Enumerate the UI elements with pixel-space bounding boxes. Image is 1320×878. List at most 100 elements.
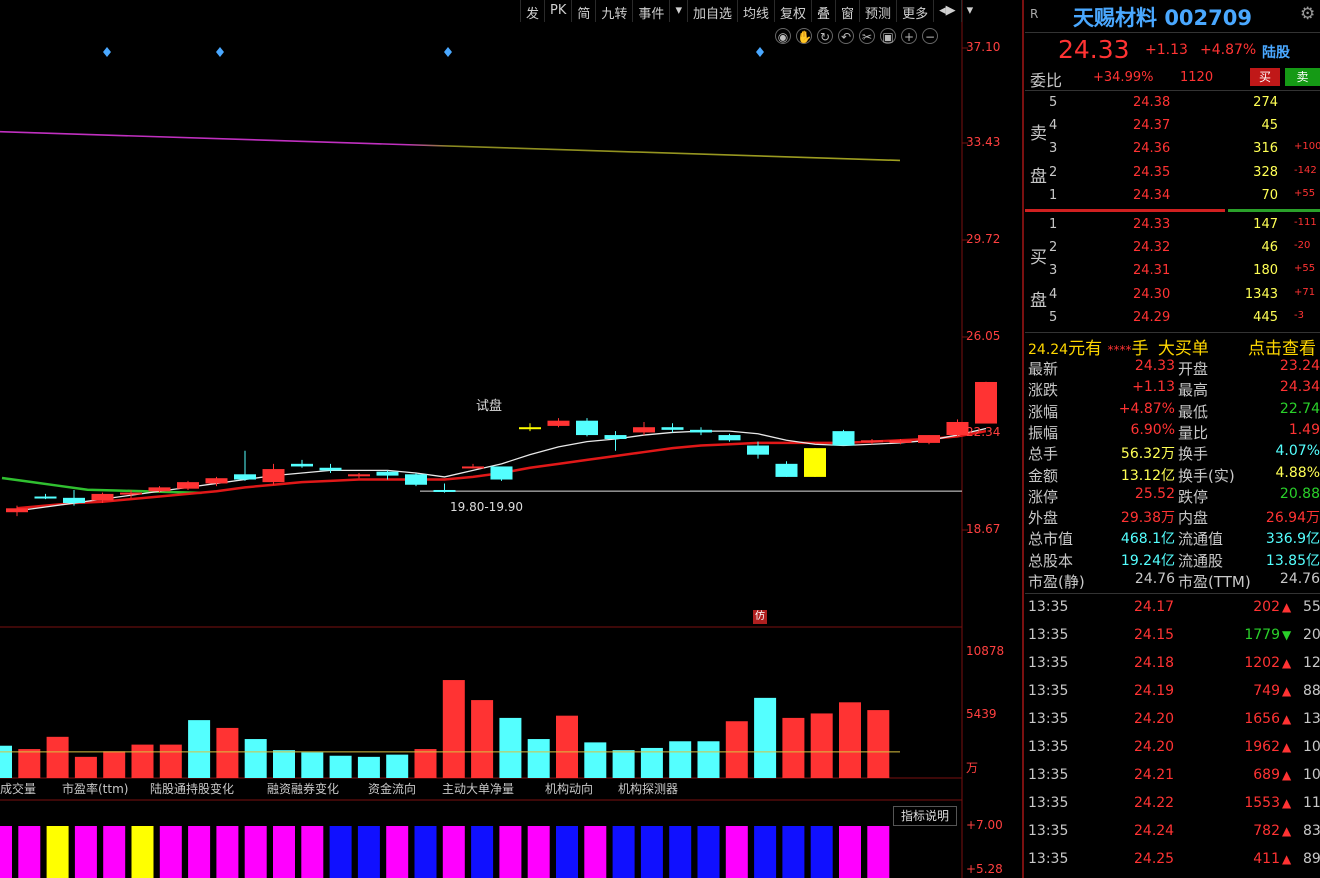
volume-bar — [301, 752, 324, 778]
toolbar-item[interactable]: 复权 — [774, 0, 811, 22]
tick-count: 129 — [1303, 655, 1320, 671]
toolbar-item[interactable]: 发 — [520, 0, 544, 22]
big-order-text1: 元有 — [1068, 339, 1103, 359]
buy-side-label-bottom: 盘 — [1030, 291, 1047, 311]
indicator-tab[interactable]: 主动大单净量 — [442, 780, 514, 797]
sell-button[interactable]: 卖 — [1285, 68, 1320, 86]
toolbar-item[interactable]: ▾ — [960, 0, 979, 22]
indicator-tab[interactable]: 资金流向 — [368, 780, 416, 797]
level-volume: 328 — [1253, 164, 1278, 180]
toolbar-item[interactable]: 事件 — [632, 0, 669, 22]
weibi-value: +34.99% — [1093, 70, 1154, 85]
indicator-bar — [244, 826, 267, 878]
lock-icon[interactable]: ▣ — [880, 28, 896, 44]
toolbar-item[interactable]: 加自选 — [686, 0, 737, 22]
indicator-tab[interactable]: 机构探测器 — [618, 780, 678, 797]
volume-bar — [131, 744, 154, 778]
candle-body — [34, 496, 57, 499]
buy-button[interactable]: 买 — [1250, 68, 1280, 86]
price-tick: 18.67 — [966, 522, 1001, 536]
toolbar-item[interactable]: 叠 — [811, 0, 835, 22]
stat-label: 流通值 — [1178, 530, 1224, 549]
indicator-bar — [669, 826, 692, 878]
rotate-icon[interactable]: ↻ — [817, 28, 833, 44]
stats-row: 振幅 6.90% 量比 1.49 — [1028, 421, 1320, 442]
indicator-tab[interactable]: 成交量 — [0, 780, 36, 797]
big-order-link[interactable]: 点击查看 — [1248, 334, 1316, 359]
toolbar-item[interactable]: PK — [544, 0, 571, 22]
tick-count: 83 — [1303, 823, 1320, 839]
tick-volume: 1553 — [1244, 795, 1280, 811]
buy-level-row: 4 24.30 1343 +71 — [1028, 284, 1320, 307]
tick-time: 13:35 — [1028, 683, 1069, 699]
toolbar-item[interactable]: 预测 — [859, 0, 896, 22]
stat-value: 13.12亿 — [1120, 467, 1175, 484]
tick-time: 13:35 — [1028, 655, 1069, 671]
stat-value: 24.34 — [1279, 379, 1320, 396]
toolbar-item[interactable]: 均线 — [736, 0, 774, 22]
buy-side-label-top: 买 — [1030, 248, 1047, 268]
signal-diamond — [756, 47, 764, 57]
indicator-bar — [754, 826, 777, 878]
stat-value: 24.76 — [1134, 571, 1175, 587]
ma-green-line — [1, 476, 202, 495]
stat-label: 总市值 — [1028, 530, 1074, 549]
indicator-bar — [499, 826, 522, 878]
tick-volume: 1202 — [1244, 655, 1280, 671]
signal-diamond — [216, 47, 224, 57]
toolbar-item[interactable]: 九转 — [595, 0, 632, 22]
tick-count: 89 — [1303, 851, 1320, 867]
stat-value: 4.88% — [1275, 464, 1320, 481]
level-price: 24.37 — [1133, 118, 1171, 134]
candle-body — [661, 427, 684, 430]
tick-time: 13:35 — [1028, 823, 1069, 839]
indicator-tab[interactable]: 陆股通持股变化 — [150, 780, 234, 797]
tick-time: 13:35 — [1028, 795, 1069, 811]
stats-row: 涨幅 +4.87% 最低 22.74 — [1028, 400, 1320, 421]
toolbar-item[interactable]: 窗 — [835, 0, 859, 22]
toolbar-item[interactable]: ◂▶ — [933, 0, 961, 22]
toolbar-item[interactable]: ▾ — [669, 0, 687, 22]
indicator-tab[interactable]: 机构动向 — [545, 780, 593, 797]
candle-body — [975, 381, 997, 424]
tick-price: 24.22 — [1134, 795, 1175, 811]
big-order-banner[interactable]: 24.24元有 ****手 大买单 点击查看 — [1028, 334, 1320, 359]
kline-chart — [0, 0, 1024, 878]
eye-icon[interactable]: ◉ — [775, 28, 791, 44]
current-price: 24.33 — [1058, 35, 1130, 64]
volume-bar — [216, 727, 239, 778]
undo-icon[interactable]: ↶ — [838, 28, 854, 44]
volume-bar — [725, 721, 748, 778]
tick-volume: 1779 — [1244, 627, 1280, 643]
candle-body — [405, 474, 427, 485]
hand-icon[interactable]: ✋ — [796, 28, 812, 44]
chart-tool-icons: ◉ ✋ ↻ ↶ ✂ ▣ + − — [775, 28, 938, 44]
indicator-tab[interactable]: 市盈率(ttm) — [62, 780, 128, 797]
indicator-help-button[interactable]: 指标说明 — [893, 806, 957, 826]
stat-label: 内盘 — [1178, 509, 1209, 528]
stat-label: 总股本 — [1028, 551, 1074, 570]
stat-label: 涨停 — [1028, 487, 1059, 506]
volume-bar — [669, 741, 692, 778]
zoom-out-icon[interactable]: − — [922, 28, 938, 44]
toolbar-item[interactable]: 更多 — [896, 0, 933, 22]
tick-price: 24.15 — [1134, 627, 1175, 643]
tick-row: 13:35 24.19 749 ▲ 88 — [1028, 678, 1320, 706]
event-marker[interactable]: 仿 — [753, 610, 767, 624]
candle-body — [604, 435, 627, 439]
indicator-bar — [584, 826, 607, 878]
indicator-tab[interactable]: 融资融券变化 — [267, 780, 339, 797]
zoom-in-icon[interactable]: + — [901, 28, 917, 44]
candle-body — [690, 429, 712, 433]
level-volume: 46 — [1261, 240, 1278, 256]
volume-bar — [612, 750, 635, 778]
tick-price: 24.20 — [1134, 711, 1175, 727]
indicator-bar — [782, 826, 805, 878]
cut-icon[interactable]: ✂ — [859, 28, 875, 44]
level-change: +100 — [1294, 141, 1320, 153]
stat-label: 涨幅 — [1028, 402, 1059, 421]
stat-label: 涨跌 — [1028, 381, 1059, 400]
settings-icon[interactable]: ⚙ — [1300, 4, 1315, 24]
tick-price: 24.18 — [1134, 655, 1175, 671]
toolbar-item[interactable]: 简 — [571, 0, 595, 22]
